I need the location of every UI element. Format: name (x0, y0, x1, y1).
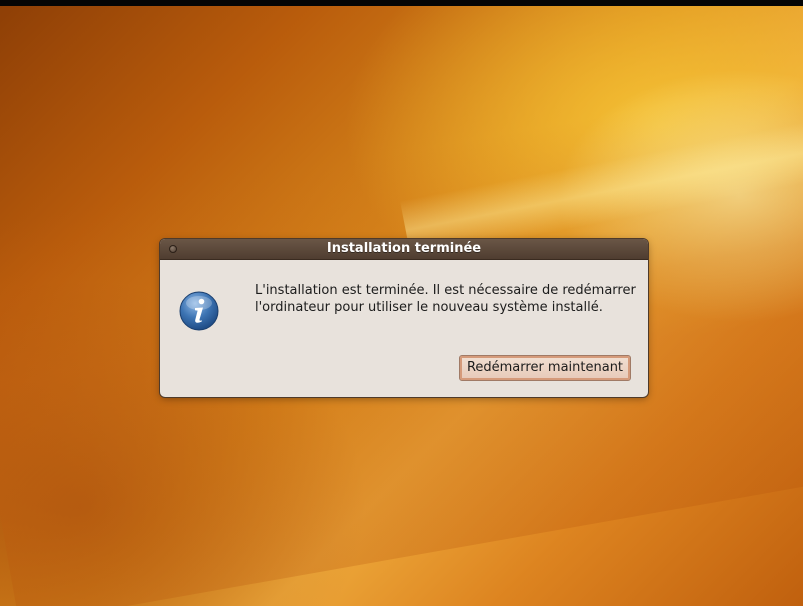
dialog-titlebar[interactable]: Installation terminée (160, 239, 648, 260)
dialog-message: L'installation est terminée. Il est néce… (255, 283, 636, 315)
screen: Installation terminée L'installation est… (0, 0, 803, 606)
installation-complete-dialog: Installation terminée L'installation est… (160, 239, 648, 397)
dialog-title: Installation terminée (326, 241, 482, 256)
info-icon (179, 291, 219, 331)
restart-now-button[interactable]: Redémarrer maintenant (459, 355, 631, 381)
